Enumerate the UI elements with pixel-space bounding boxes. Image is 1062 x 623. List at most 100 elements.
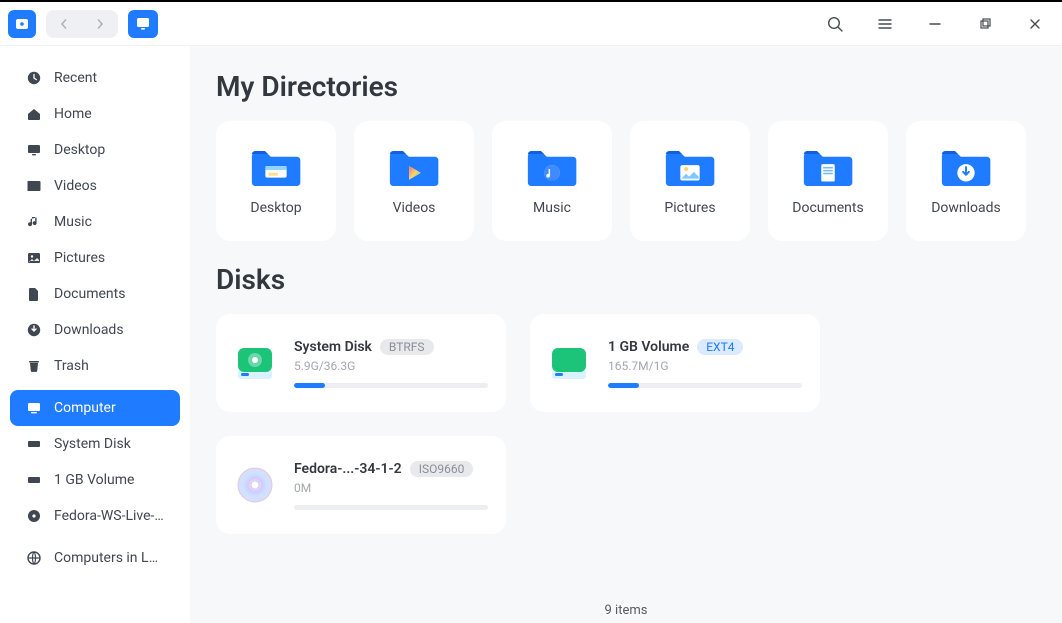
music-icon <box>26 214 42 230</box>
folder-icon-picture <box>662 146 718 190</box>
disk-icon <box>548 342 590 384</box>
sidebar-item-label: Music <box>54 214 92 230</box>
close-button[interactable] <box>1026 15 1044 33</box>
folder-icon-download <box>938 146 994 190</box>
sidebar-item-computer[interactable]: Computer <box>10 390 180 426</box>
disk-title: System Disk <box>294 339 372 355</box>
clock-icon <box>26 70 42 86</box>
cd-icon <box>26 508 42 524</box>
directory-card-music[interactable]: Music <box>492 121 612 241</box>
sidebar-item-label: Desktop <box>54 142 105 158</box>
forward-button[interactable] <box>82 19 118 29</box>
sidebar-item-desktop[interactable]: Desktop <box>10 132 180 168</box>
body: Recent Home Desktop Videos Music Pictures Docu… <box>0 46 1062 623</box>
lan-icon <box>26 550 42 566</box>
sidebar-item-fedoraiso[interactable]: Fedora-WS-Live-34-... <box>10 498 180 534</box>
sidebar-item-label: Trash <box>54 358 89 374</box>
sidebar-item-label: Videos <box>54 178 97 194</box>
app-logo[interactable] <box>8 10 36 38</box>
search-button[interactable] <box>826 15 844 33</box>
scroll-area[interactable]: My Directories Desktop Videos Music Picture… <box>190 46 1062 597</box>
directory-card-videos[interactable]: Videos <box>354 121 474 241</box>
directory-card-documents[interactable]: Documents <box>768 121 888 241</box>
folder-icon-desktop <box>248 146 304 190</box>
sidebar-item-label: Pictures <box>54 250 105 266</box>
directory-label: Videos <box>393 200 436 216</box>
search-icon <box>826 15 844 33</box>
view-toggle-button[interactable] <box>128 10 158 38</box>
directory-card-desktop[interactable]: Desktop <box>216 121 336 241</box>
home-icon <box>26 106 42 122</box>
chevron-right-icon <box>95 19 105 29</box>
close-icon <box>1028 17 1042 31</box>
minimize-icon <box>928 17 942 31</box>
directory-card-pictures[interactable]: Pictures <box>630 121 750 241</box>
titlebar-left <box>8 10 158 38</box>
hamburger-icon <box>877 17 893 31</box>
status-bar: 9 items <box>190 597 1062 623</box>
computer-icon <box>26 400 42 416</box>
fs-badge: ISO9660 <box>410 461 474 477</box>
section-title-directories: My Directories <box>216 70 1036 103</box>
disk-progress <box>294 505 488 510</box>
sidebar-item-systemdisk[interactable]: System Disk <box>10 426 180 462</box>
sidebar-item-label: Documents <box>54 286 125 302</box>
status-text: 9 items <box>605 603 648 618</box>
sidebar-item-label: Fedora-WS-Live-34-... <box>54 508 164 524</box>
sidebar-item-label: 1 GB Volume <box>54 472 134 488</box>
sidebar-item-home[interactable]: Home <box>10 96 180 132</box>
sidebar: Recent Home Desktop Videos Music Pictures Docu… <box>0 46 190 623</box>
disks-grid: System DiskBTRFS5.9G/36.3G1 GB VolumeEXT… <box>216 314 1036 534</box>
disk-icon <box>26 472 42 488</box>
disk-title: Fedora-...-34-1-2 <box>294 461 402 477</box>
sidebar-item-music[interactable]: Music <box>10 204 180 240</box>
app-window: Recent Home Desktop Videos Music Pictures Docu… <box>0 0 1062 623</box>
sidebar-item-vol1gb[interactable]: 1 GB Volume <box>10 462 180 498</box>
monitor-icon <box>135 17 151 31</box>
folder-icon-video <box>386 146 442 190</box>
sidebar-item-pictures[interactable]: Pictures <box>10 240 180 276</box>
folder-icon-document <box>800 146 856 190</box>
video-icon <box>26 178 42 194</box>
sidebar-item-label: System Disk <box>54 436 131 452</box>
fs-badge: EXT4 <box>697 339 743 355</box>
maximize-button[interactable] <box>976 15 994 33</box>
disk-card-vol1gb[interactable]: 1 GB Volume EXT4 165.7M/1G <box>530 314 820 412</box>
picture-icon <box>26 250 42 266</box>
sidebar-item-lan[interactable]: Computers in LAN <box>10 540 180 576</box>
content-area: My Directories Desktop Videos Music Picture… <box>190 46 1062 623</box>
sidebar-item-trash[interactable]: Trash <box>10 348 180 384</box>
sidebar-item-label: Home <box>54 106 92 122</box>
titlebar <box>0 2 1062 46</box>
directory-label: Music <box>533 200 571 216</box>
sidebar-item-label: Computers in LAN <box>54 550 164 566</box>
download-icon <box>26 322 42 338</box>
disk-usage-text: 165.7M/1G <box>608 359 802 373</box>
disk-title: 1 GB Volume <box>608 339 689 355</box>
desktop-icon <box>26 142 42 158</box>
disk-usage-text: 0M <box>294 481 488 495</box>
disk-info: Fedora-...-34-1-2 ISO9660 0M <box>294 461 488 510</box>
disk-icon <box>234 342 276 384</box>
menu-button[interactable] <box>876 15 894 33</box>
directory-card-downloads[interactable]: Downloads <box>906 121 1026 241</box>
maximize-icon <box>978 17 992 31</box>
disk-card-systemdisk[interactable]: System DiskBTRFS5.9G/36.3G <box>216 314 506 412</box>
sidebar-item-label: Downloads <box>54 322 124 338</box>
sidebar-item-videos[interactable]: Videos <box>10 168 180 204</box>
directory-label: Downloads <box>931 200 1001 216</box>
directories-grid: Desktop Videos Music Pictures Documents Downl… <box>216 121 1036 241</box>
sidebar-item-documents[interactable]: Documents <box>10 276 180 312</box>
fs-badge: BTRFS <box>380 339 434 355</box>
chevron-left-icon <box>59 19 69 29</box>
sidebar-item-recent[interactable]: Recent <box>10 60 180 96</box>
disk-progress <box>608 383 802 388</box>
directory-label: Documents <box>792 200 863 216</box>
minimize-button[interactable] <box>926 15 944 33</box>
document-icon <box>26 286 42 302</box>
directory-label: Pictures <box>664 200 715 216</box>
folder-icon-music <box>524 146 580 190</box>
sidebar-item-downloads[interactable]: Downloads <box>10 312 180 348</box>
back-button[interactable] <box>46 19 82 29</box>
disk-card-fedoraiso[interactable]: Fedora-...-34-1-2 ISO9660 0M <box>216 436 506 534</box>
